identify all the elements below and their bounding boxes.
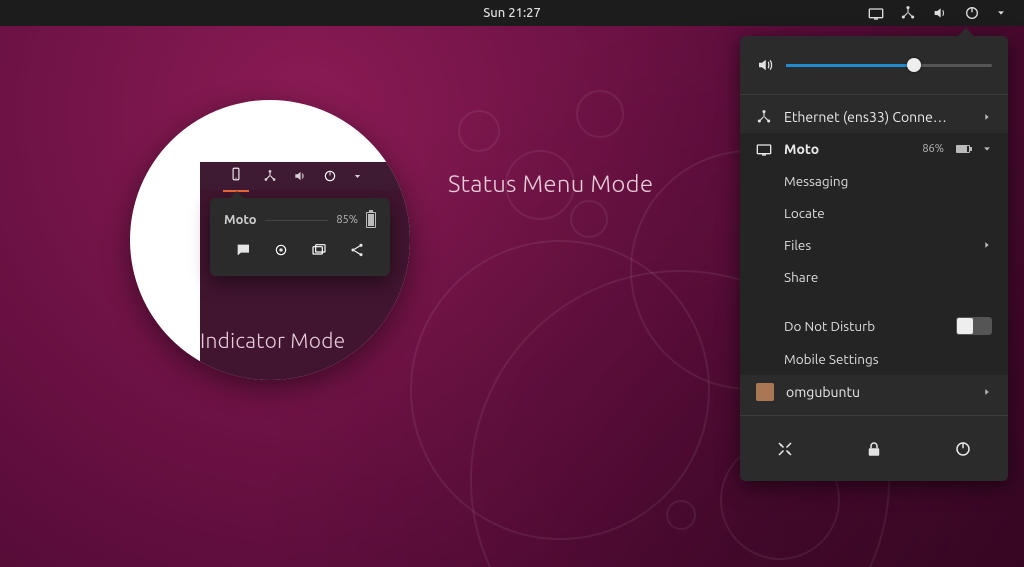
caption-indicator-mode: Indicator Mode <box>200 328 345 352</box>
settings-button[interactable] <box>776 440 794 461</box>
indicator-battery-pct: 85% <box>336 214 358 226</box>
avatar <box>756 383 774 401</box>
indicator-popup: Moto 85% <box>210 198 390 276</box>
wallpaper-circle <box>458 110 500 152</box>
network-icon <box>900 5 916 21</box>
indicator-share-button[interactable] <box>349 242 365 262</box>
device-files[interactable]: Files <box>740 229 1008 261</box>
chevron-right-icon <box>982 112 992 122</box>
volume-slider[interactable] <box>786 64 992 67</box>
indicator-messaging-button[interactable] <box>235 242 251 262</box>
separator <box>265 220 329 221</box>
wallpaper-circle <box>666 500 696 530</box>
user-row[interactable]: omgubuntu <box>740 375 1008 409</box>
lock-icon <box>865 440 883 458</box>
chevron-down-icon <box>982 144 992 154</box>
phone-icon <box>229 167 243 181</box>
device-icon <box>868 5 884 21</box>
network-icon <box>756 109 772 125</box>
chevron-down-icon <box>353 172 362 181</box>
volume-icon <box>932 5 948 21</box>
power-icon <box>954 440 972 458</box>
messaging-icon <box>235 242 251 258</box>
device-battery-pct: 86% <box>922 143 944 155</box>
device-dnd[interactable]: Do Not Disturb <box>740 309 1008 343</box>
chevron-down-icon <box>996 8 1006 18</box>
volume-icon <box>756 56 774 74</box>
power-icon <box>964 5 980 21</box>
user-name: omgubuntu <box>786 384 970 400</box>
power-button[interactable] <box>954 440 972 461</box>
system-tray[interactable] <box>868 5 1024 21</box>
share-icon <box>349 242 365 258</box>
chevron-right-icon <box>982 240 992 250</box>
ethernet-row[interactable]: Ethernet (ens33) Conne… <box>740 101 1008 133</box>
volume-fill <box>786 64 914 67</box>
chevron-right-icon <box>982 387 992 397</box>
device-share[interactable]: Share <box>740 261 1008 293</box>
caption-status-menu-mode: Status Menu Mode <box>448 170 653 197</box>
device-mobile-settings[interactable]: Mobile Settings <box>740 343 1008 375</box>
battery-icon <box>366 212 376 228</box>
footer-actions <box>740 422 1008 481</box>
indicator-phone-button[interactable] <box>225 161 247 191</box>
lock-button[interactable] <box>865 440 883 461</box>
separator <box>740 415 1008 416</box>
device-messaging[interactable]: Messaging <box>740 165 1008 197</box>
device-icon <box>756 141 772 157</box>
battery-icon <box>956 145 970 153</box>
device-group: Moto 86% Messaging Locate Files Share Do… <box>740 133 1008 375</box>
device-name: Moto <box>784 141 910 157</box>
wallpaper-circle <box>410 240 710 540</box>
indicator-locate-button[interactable] <box>273 242 289 262</box>
device-row[interactable]: Moto 86% <box>740 133 1008 165</box>
device-locate[interactable]: Locate <box>740 197 1008 229</box>
indicator-files-button[interactable] <box>311 242 327 262</box>
locate-icon <box>273 242 289 258</box>
volume-row <box>740 46 1008 88</box>
settings-icon <box>776 440 794 458</box>
status-menu: Ethernet (ens33) Conne… Moto 86% Messagi… <box>740 36 1008 481</box>
network-icon <box>263 169 277 183</box>
separator <box>740 94 1008 95</box>
ethernet-label: Ethernet (ens33) Conne… <box>784 109 970 125</box>
indicator-device-name: Moto <box>224 213 257 227</box>
power-icon <box>323 169 337 183</box>
volume-icon <box>293 169 307 183</box>
clock[interactable]: Sun 21:27 <box>483 6 541 20</box>
wallpaper-circle <box>576 90 624 138</box>
files-icon <box>311 242 327 258</box>
dnd-toggle[interactable] <box>956 317 992 335</box>
top-bar: Sun 21:27 <box>0 0 1024 26</box>
volume-knob[interactable] <box>907 58 921 72</box>
indicator-panel <box>200 162 410 190</box>
wallpaper-circle <box>570 200 608 238</box>
